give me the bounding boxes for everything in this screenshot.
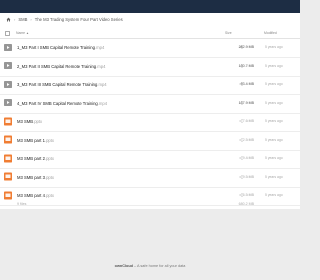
file-name[interactable]: M3 SMB part 1.pptx (17, 138, 54, 143)
file-modified: 5 years ago (265, 82, 283, 86)
top-header-bar (0, 0, 300, 13)
total-size: 680.2 MB (238, 202, 254, 206)
file-basename: M3 SMB part 1 (17, 137, 45, 143)
breadcrumb: › SMB › The M3 Trading System Four Part … (6, 15, 123, 24)
file-basename: M3 SMB (17, 119, 34, 124)
file-size: 9.4 MB (242, 156, 254, 160)
sort-ascending-icon: ▲ (26, 31, 30, 35)
file-list-panel: › SMB › The M3 Trading System Four Part … (0, 13, 300, 209)
column-header-name[interactable]: Name▲ (16, 31, 29, 35)
file-name[interactable]: 1_M3 Part I SMB Capital Remote Training.… (17, 45, 104, 50)
file-basename: 2_M3 Part II SMB Capital Remote Training (17, 63, 97, 69)
file-row[interactable]: M3 SMB part 2.pptx 9.4 MB 5 years ago (0, 149, 300, 169)
breadcrumb-separator: › (30, 17, 32, 22)
presentation-icon (4, 117, 12, 125)
file-modified: 5 years ago (265, 174, 283, 179)
column-header-modified[interactable]: Modified (264, 31, 277, 35)
file-extension: .pptx (44, 193, 55, 198)
presentation-icon (4, 135, 12, 144)
file-row[interactable]: M3 SMB.pptx 7.6 MB 5 years ago (0, 112, 300, 132)
video-icon (4, 43, 12, 51)
file-basename: M3 SMB part 3 (17, 174, 45, 180)
file-row[interactable]: M3 SMB part 1.pptx 2.5 MB 5 years ago (0, 131, 300, 151)
file-extension: .pptx (44, 137, 55, 143)
file-modified: 5 years ago (265, 193, 283, 197)
file-extension: .mp4 (97, 100, 108, 106)
breadcrumb-item-current-folder[interactable]: The M3 Trading System Four Part Video Se… (35, 17, 123, 22)
breadcrumb-item-smb[interactable]: SMB (18, 17, 27, 22)
breadcrumb-separator: › (14, 17, 16, 22)
footer-tagline: – A safe home for all your data (133, 264, 186, 268)
file-basename: M3 SMB part 4 (17, 193, 45, 198)
file-size: 6.5 MB (242, 193, 254, 197)
file-name[interactable]: 2_M3 Part II SMB Capital Remote Training… (17, 64, 105, 69)
file-summary-row: 9 files 680.2 MB (0, 199, 300, 209)
file-size: 130.7 MB (238, 63, 254, 68)
file-size: 137.9 MB (238, 100, 254, 105)
file-extension: .pptx (33, 119, 43, 124)
file-basename: 1_M3 Part I SMB Capital Remote Training (17, 45, 95, 50)
file-size: 282.9 MB (238, 45, 254, 49)
presentation-icon (4, 154, 12, 162)
file-row[interactable]: M3 SMB part 3.pptx 9.5 MB 5 years ago (0, 168, 300, 188)
file-modified: 5 years ago (265, 119, 283, 123)
file-name[interactable]: 3_M3 Part III SMB Capital Remote Trainin… (17, 82, 107, 87)
file-modified: 5 years ago (265, 45, 283, 49)
file-basename: 3_M3 Part III SMB Capital Remote Trainin… (17, 82, 98, 87)
video-icon (4, 62, 12, 69)
file-modified: 5 years ago (265, 156, 283, 160)
file-modified: 5 years ago (265, 137, 283, 142)
file-name[interactable]: M3 SMB part 3.pptx (17, 175, 54, 180)
file-row[interactable]: 2_M3 Part II SMB Capital Remote Training… (0, 57, 300, 77)
file-name[interactable]: M3 SMB.pptx (17, 119, 42, 124)
file-extension: .mp4 (96, 63, 106, 69)
file-modified: 5 years ago (265, 100, 283, 105)
home-icon[interactable] (6, 17, 11, 22)
footer-brand-link[interactable]: ownCloud (115, 264, 133, 268)
column-header-size[interactable]: Size (225, 31, 232, 35)
file-row[interactable]: 3_M3 Part III SMB Capital Remote Trainin… (0, 75, 300, 95)
file-size: 93.4 MB (240, 82, 254, 86)
file-basename: 4_M3 Part IV SMB Capital Remote Training (17, 100, 98, 106)
file-size: 7.6 MB (242, 119, 254, 123)
file-extension: .mp4 (94, 45, 105, 50)
file-row[interactable]: 1_M3 Part I SMB Capital Remote Training.… (0, 38, 300, 58)
presentation-icon (4, 172, 12, 181)
file-extension: .pptx (44, 174, 55, 180)
video-icon (4, 99, 12, 106)
file-name[interactable]: M3 SMB part 4.pptx (17, 193, 54, 198)
file-modified: 5 years ago (265, 63, 283, 68)
video-icon (4, 80, 12, 88)
file-extension: .mp4 (97, 82, 107, 87)
file-basename: M3 SMB part 2 (17, 156, 45, 161)
file-name[interactable]: M3 SMB part 2.pptx (17, 156, 54, 161)
file-row[interactable]: 4_M3 Part IV SMB Capital Remote Training… (0, 94, 300, 114)
file-name[interactable]: 4_M3 Part IV SMB Capital Remote Training… (17, 101, 107, 106)
select-all-checkbox[interactable] (5, 31, 10, 36)
file-size: 9.5 MB (242, 174, 254, 179)
file-extension: .pptx (44, 156, 55, 161)
file-size: 2.5 MB (242, 137, 254, 142)
footer: ownCloud – A safe home for all your data (0, 264, 300, 268)
file-count: 9 files (17, 202, 27, 206)
